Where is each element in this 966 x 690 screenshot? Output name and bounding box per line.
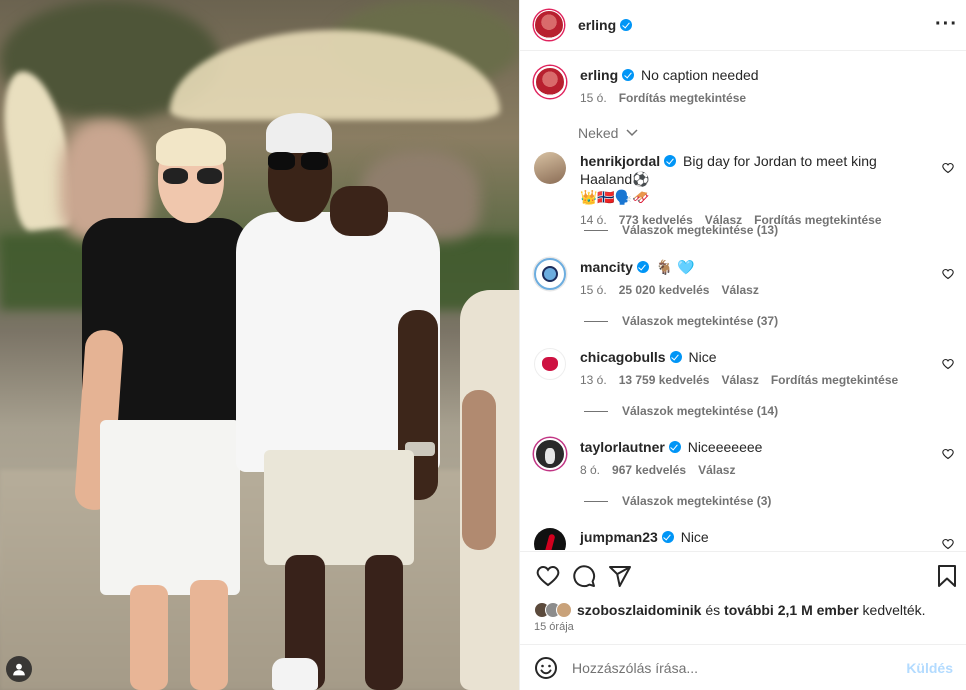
person-right-shorts [264,450,414,565]
comment-input[interactable]: Hozzászólás írása... [572,660,906,676]
comment-age: 15 ó. [580,283,607,297]
comment-text: Nice [680,529,709,545]
comment-age: 13 ó. [580,373,607,387]
post-side-panel: erling ··· erling No caption needed 15 ó… [519,0,966,690]
commenter-avatar[interactable] [534,528,566,550]
comment-text: Niceeeeeee [687,439,763,455]
commenter-username[interactable]: mancity [580,259,633,275]
bookmark-icon[interactable] [935,564,959,588]
post-timestamp[interactable]: 15 órája [534,621,574,633]
likes-others[interactable]: további 2,1 M ember [724,602,859,618]
comment-likes[interactable]: 13 759 kedvelés [619,373,710,387]
comment-like-heart-icon[interactable] [942,358,954,370]
filter-label: Neked [578,125,619,141]
user-tag-icon[interactable] [6,656,32,682]
comment-item: taylorlautner Niceeeeeee 8 ó. 967 kedvelé… [534,438,954,479]
comment-like-heart-icon[interactable] [942,538,954,550]
sunglasses [268,152,330,170]
comment-item: mancity 🐐 🩵 15 ó. 25 020 kedvelés Válasz [534,258,954,299]
comments-section[interactable]: erling No caption needed 15 ó. Fordítás m… [520,52,966,550]
verified-badge-icon [669,351,682,363]
commenter-username[interactable]: chicagobulls [580,349,666,365]
gravel-ground [0,470,519,690]
comment-text: 🐐 🩵 [655,259,695,275]
verified-badge-icon [661,531,674,543]
reply-button[interactable]: Válasz [698,463,735,477]
verified-badge-icon [622,69,635,81]
commenter-avatar[interactable] [534,438,566,470]
likes-and: és [705,602,721,618]
reply-button[interactable]: Válasz [721,283,758,297]
post-header: erling ··· [520,0,966,51]
person-right-leg [365,555,403,690]
view-replies-link[interactable]: Válaszok megtekintése (37) [584,314,778,328]
heart-icon[interactable] [536,564,560,588]
comment-filter-dropdown[interactable]: Neked [578,125,638,141]
commenter-username[interactable]: jumpman23 [580,529,658,545]
commenter-avatar[interactable] [534,348,566,380]
comment-text: Nice [688,349,717,365]
view-replies-link[interactable]: Válaszok megtekintése (3) [584,494,771,508]
post-photo[interactable] [0,0,519,690]
person-left-shorts [100,420,240,595]
comment-item: jumpman23 Nice [534,528,954,550]
caption: erling No caption needed 15 ó. Fordítás m… [534,66,954,107]
verified-badge-icon [620,19,633,31]
comment-age: 8 ó. [580,463,601,477]
caption-age: 15 ó. [580,91,607,105]
view-replies-link[interactable]: Válaszok megtekintése (14) [584,404,778,418]
post-actions: szoboszlaidominik és további 2,1 M ember… [520,551,966,643]
more-icon[interactable]: ··· [935,14,958,34]
likes-suffix: kedvelték. [862,602,926,618]
author-avatar[interactable] [534,10,564,40]
person-right-arm [330,186,388,236]
chevron-down-icon [626,129,638,137]
comment-composer: Hozzászólás írása... Küldés [520,644,966,690]
view-replies-link[interactable]: Válaszok megtekintése (13) [584,223,778,237]
person-left-hair [156,128,226,166]
emoji-icon[interactable] [534,656,558,680]
commenter-avatar[interactable] [534,152,566,184]
person-left-leg [130,585,168,690]
sunglasses [163,168,223,184]
author-avatar[interactable] [534,66,566,98]
commenter-username[interactable]: henrikjordal [580,153,660,169]
liker-username[interactable]: szoboszlaidominik [577,602,701,618]
reply-button[interactable]: Válasz [721,373,758,387]
person-edge-arm [462,390,496,550]
verified-badge-icon [668,441,681,453]
comment-like-heart-icon[interactable] [942,268,954,280]
commenter-username[interactable]: taylorlautner [580,439,665,455]
comment-like-heart-icon[interactable] [942,162,954,174]
translate-link[interactable]: Fordítás megtekintése [619,91,746,105]
person-left-leg [190,580,228,690]
comment-like-heart-icon[interactable] [942,448,954,460]
caption-username[interactable]: erling [580,67,618,83]
likes-summary[interactable]: szoboszlaidominik és további 2,1 M ember… [534,602,926,618]
white-sneaker [272,658,318,690]
verified-badge-icon [636,261,649,273]
comment-text-emoji: 👑🇳🇴🗣️🛷 [580,189,650,205]
comment-item: chicagobulls Nice 13 ó. 13 759 kedvelés Vá… [534,348,954,389]
comment-likes[interactable]: 967 kedvelés [612,463,686,477]
comment-item: henrikjordal Big day for Jordan to meet … [534,152,954,229]
author-username[interactable]: erling [578,17,616,33]
comment-icon[interactable] [572,564,596,588]
verified-badge-icon [664,155,677,167]
comment-likes[interactable]: 25 020 kedvelés [619,283,710,297]
translate-link[interactable]: Fordítás megtekintése [771,373,898,387]
send-button[interactable]: Küldés [906,660,953,676]
caption-text: No caption needed [641,67,759,83]
liker-avatar [556,602,572,618]
white-cap [266,113,332,153]
share-icon[interactable] [608,564,632,588]
commenter-avatar[interactable] [534,258,566,290]
